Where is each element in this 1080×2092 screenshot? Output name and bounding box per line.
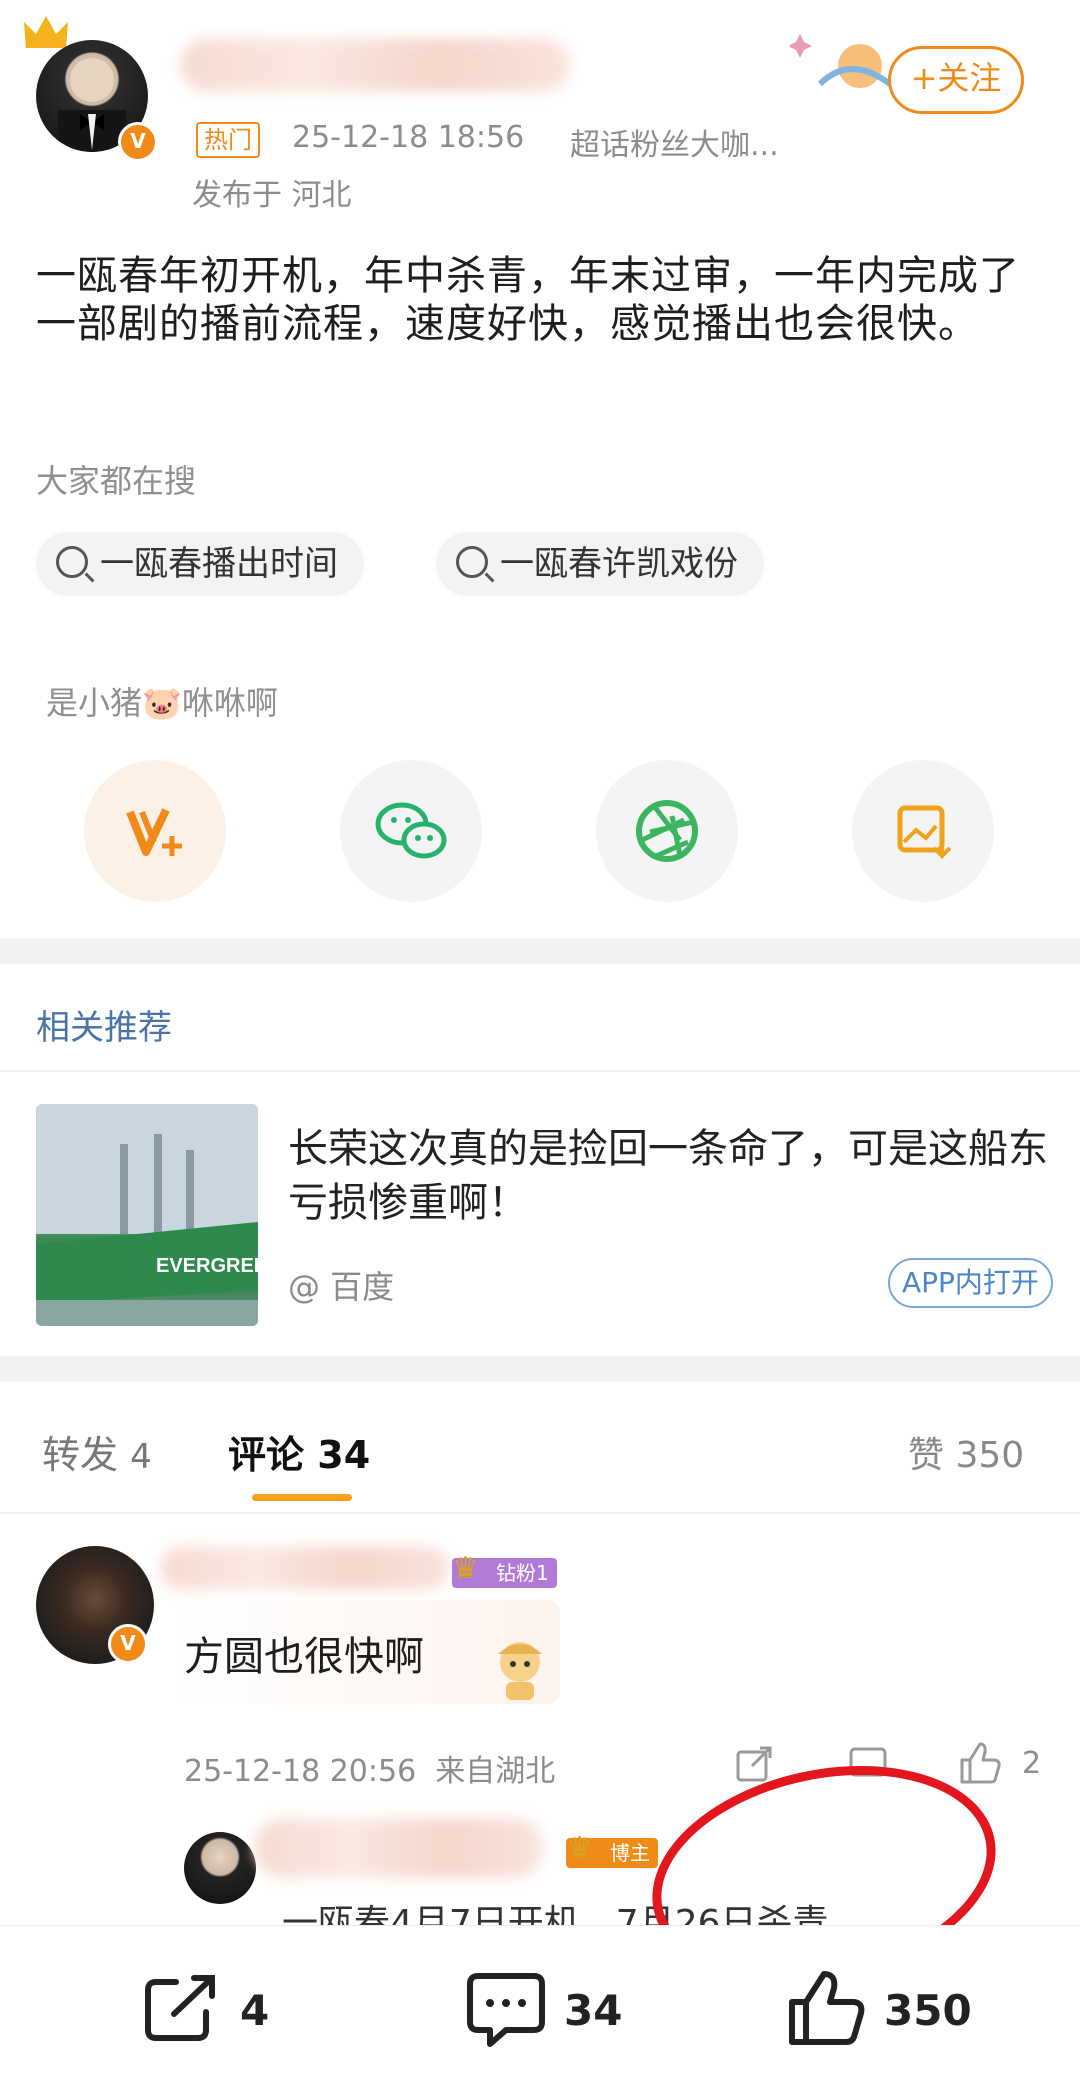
tab-repost-count: 4 [130, 1437, 152, 1477]
bubble-sticker-icon [480, 1628, 560, 1704]
repost-button[interactable] [142, 1972, 220, 2046]
like-button[interactable] [786, 1968, 870, 2048]
author-badge: ♛ 博主 [566, 1834, 658, 1868]
pig-emoji-icon: 🐷 [142, 684, 182, 722]
tab-likes-label: 赞 [908, 1435, 945, 1476]
reply-name-blurred[interactable] [254, 1818, 544, 1878]
section-divider [0, 938, 1080, 964]
repost-count: 4 [240, 1986, 270, 2035]
trending-search-title: 大家都在搜 [36, 462, 197, 500]
related-headline[interactable]: 长荣这次真的是捡回一条命了，可是这船东亏损惨重啊！ [288, 1122, 1058, 1230]
like-count: 350 [884, 1986, 972, 2035]
liker-name-prefix: 是小猪 [46, 684, 143, 722]
active-tab-indicator [252, 1494, 352, 1501]
decorative-sticker-icon [790, 24, 900, 104]
open-in-app-button[interactable]: APP内打开 [888, 1258, 1053, 1308]
tab-likes-count: 350 [955, 1435, 1025, 1476]
crown-icon: ♛ [452, 1551, 479, 1586]
reply-avatar[interactable] [184, 1832, 256, 1904]
follow-button[interactable]: +关注 [888, 46, 1024, 114]
hot-badge: 热门 [196, 122, 260, 158]
tab-repost-label: 转发 [42, 1433, 119, 1477]
thumbs-up-icon [789, 1971, 865, 2045]
thumbs-up-icon [960, 1742, 1001, 1784]
author-name-blurred[interactable] [180, 38, 570, 92]
search-chip-2[interactable]: 一瓯春许凯戏份 [436, 532, 764, 596]
liker-name-suffix: 咻咻啊 [181, 684, 278, 722]
fan-level-badge: ♛ 钻粉1 [452, 1554, 557, 1588]
related-title: 相关推荐 [36, 1008, 172, 1048]
search-chip-1[interactable]: 一瓯春播出时间 [36, 532, 364, 596]
fan-badge-label: 钻粉1 [496, 1561, 549, 1585]
vplus-share-icon [126, 808, 182, 856]
search-icon [56, 545, 88, 578]
tab-comments-label: 评论 [228, 1433, 305, 1477]
comment-count: 34 [564, 1986, 623, 2035]
search-icon [456, 545, 488, 578]
related-source: @ 百度 [288, 1268, 395, 1306]
tab-repost[interactable]: 转发 4 [42, 1424, 152, 1479]
comment-text: 方圆也很快啊 [184, 1634, 424, 1680]
wechat-icon [375, 802, 447, 859]
vplus-share-button[interactable] [84, 760, 226, 902]
comment-like-count: 2 [1022, 1746, 1042, 1781]
tab-comments[interactable]: 评论 34 [228, 1424, 370, 1479]
comment-meta: 25-12-18 20:56 来自湖北 [184, 1754, 556, 1789]
post-location: 发布于 河北 [192, 178, 352, 213]
thumb-brand-text: EVERGREEN [156, 1255, 258, 1277]
liker-label[interactable]: 是小猪🐷咻咻啊 [46, 678, 278, 724]
bottom-action-bar: 4 34 350 [0, 1925, 1080, 2092]
section-divider [0, 1356, 1080, 1382]
share-comment-icon[interactable] [734, 1744, 774, 1784]
verified-badge-icon: V [118, 122, 158, 162]
save-image-icon [897, 805, 952, 859]
comment-like-button[interactable] [956, 1740, 1002, 1786]
moments-share-button[interactable] [596, 760, 738, 902]
tabs-divider [0, 1512, 1080, 1514]
comment-button[interactable] [466, 1970, 546, 2048]
post-body: 一瓯春年初开机，年中杀青，年末过审，一年内完成了一部剧的播前流程，速度好快，感觉… [36, 253, 1020, 347]
wechat-share-button[interactable] [340, 760, 482, 902]
search-chip-label: 一瓯春许凯戏份 [500, 544, 738, 584]
related-thumbnail[interactable]: EVERGREEN [36, 1104, 258, 1326]
verified-badge-icon: V [108, 1624, 148, 1664]
author-badge-label: 博主 [610, 1841, 650, 1865]
moments-icon [636, 800, 698, 862]
save-image-button[interactable] [852, 760, 994, 902]
related-divider [0, 1070, 1080, 1072]
crown-icon: ♛ [566, 1831, 593, 1866]
commenter-name-blurred[interactable] [160, 1546, 450, 1590]
comment-icon [467, 1973, 545, 2047]
post-timestamp: 25-12-18 18:56 [292, 120, 525, 155]
search-chip-label: 一瓯春播出时间 [100, 544, 338, 584]
post-source[interactable]: 超话粉丝大咖... [570, 120, 779, 164]
tab-comments-count: 34 [317, 1433, 371, 1477]
tab-likes[interactable]: 赞 350 [908, 1426, 1024, 1478]
repost-icon [145, 1975, 215, 2041]
